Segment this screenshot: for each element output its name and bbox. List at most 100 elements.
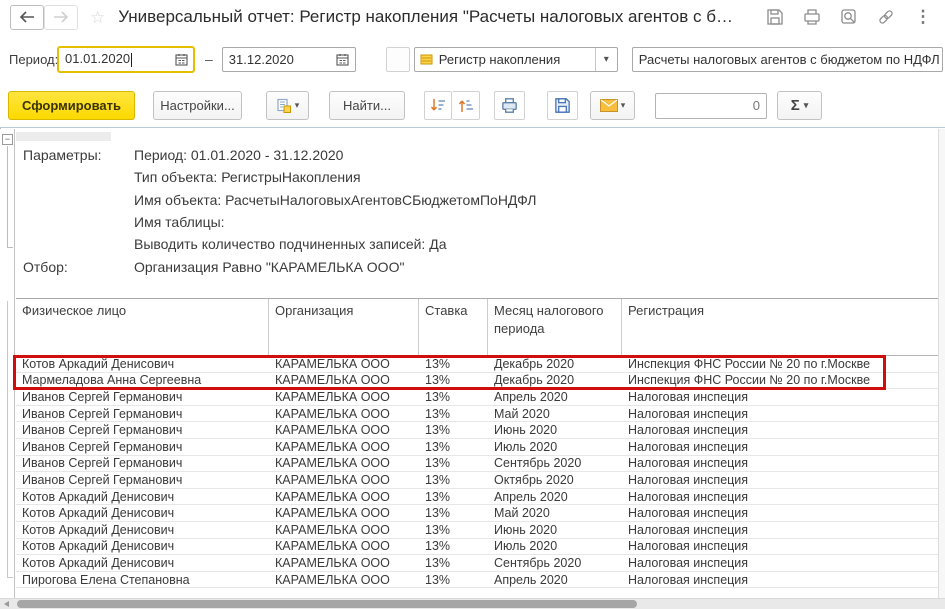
cell-person: Мармеладова Анна Сергеевна	[22, 373, 202, 388]
object-name-field[interactable]: Расчеты налоговых агентов с бюджетом по …	[631, 46, 943, 72]
cell-rate: 13%	[425, 555, 451, 570]
cell-person: Иванов Сергей Германович	[22, 406, 183, 421]
preview-icon[interactable]	[837, 5, 861, 29]
cell-organization: КАРАМЕЛЬКА ООО	[275, 423, 390, 438]
cell-registration: Налоговая инспеция	[628, 522, 749, 537]
table-row[interactable]: Котов Аркадий Денисович КАРАМЕЛЬКА ООО 1…	[16, 555, 938, 572]
column-header-person[interactable]: Физическое лицо	[16, 299, 269, 355]
table-row[interactable]: Котов Аркадий Денисович КАРАМЕЛЬКА ООО 1…	[16, 489, 938, 506]
find-button[interactable]: Найти...	[329, 91, 405, 120]
column-header-registration[interactable]: Регистрация	[622, 299, 938, 355]
cell-month: Июнь 2020	[494, 423, 558, 438]
group-line-hook	[7, 577, 13, 578]
object-type-combo[interactable]: Регистр накопления ▾	[413, 46, 618, 72]
cell-rate: 13%	[425, 439, 451, 454]
horizontal-scrollbar-thumb[interactable]	[17, 600, 637, 608]
report-variants-button[interactable]: ▾	[266, 91, 309, 120]
table-row[interactable]: Иванов Сергей Германович КАРАМЕЛЬКА ООО …	[16, 439, 938, 456]
cell-person: Иванов Сергей Германович	[22, 472, 183, 487]
mail-icon	[599, 99, 618, 112]
sort-ascending-button[interactable]	[452, 91, 480, 120]
period-options-button[interactable]	[385, 46, 410, 72]
cell-month: Июль 2020	[494, 539, 558, 554]
chevron-down-icon: ▾	[803, 100, 809, 110]
vertical-scrollbar[interactable]	[938, 129, 945, 598]
column-header-rate[interactable]: Ставка	[419, 299, 488, 355]
period-from-field[interactable]: 01.01.2020	[57, 45, 195, 73]
arrow-right-icon	[53, 11, 69, 23]
object-name-value: Расчеты налоговых агентов с бюджетом по …	[638, 51, 940, 67]
scroll-left-arrow[interactable]	[4, 601, 9, 607]
report-parameters: Параметры: Период: 01.01.2020 - 31.12.20…	[16, 144, 937, 278]
sort-descending-button[interactable]	[424, 91, 452, 120]
calendar-icon[interactable]	[331, 48, 355, 71]
cell-registration: Налоговая инспеция	[628, 439, 749, 454]
cell-rate: 13%	[425, 572, 451, 587]
table-row[interactable]: Иванов Сергей Германович КАРАМЕЛЬКА ООО …	[16, 456, 938, 473]
parameter-row: Имя объекта: РасчетыНалоговыхАгентовСБюд…	[16, 189, 937, 211]
sum-button[interactable]: Σ ▾	[777, 91, 822, 120]
column-header-month[interactable]: Месяц налогового периода	[488, 299, 622, 355]
calendar-icon[interactable]	[169, 48, 193, 71]
cell-person: Котов Аркадий Денисович	[22, 489, 175, 504]
print-icon[interactable]	[800, 5, 824, 29]
favorite-star-icon[interactable]: ☆	[90, 9, 105, 26]
cell-person: Иванов Сергей Германович	[22, 456, 183, 471]
cell-month: Июль 2020	[494, 439, 558, 454]
link-icon[interactable]	[874, 5, 898, 29]
group-collapse-icon[interactable]: −	[2, 134, 13, 145]
chevron-down-icon[interactable]: ▾	[594, 47, 617, 71]
more-menu-icon[interactable]: ⋮	[911, 5, 935, 29]
cell-month: Апрель 2020	[494, 572, 568, 587]
parameter-row: Отбор: Организация Равно "КАРАМЕЛЬКА ООО…	[16, 255, 937, 277]
table-row[interactable]: Иванов Сергей Германович КАРАМЕЛЬКА ООО …	[16, 472, 938, 489]
period-dash: –	[205, 51, 213, 67]
generate-button[interactable]: Сформировать	[8, 91, 135, 120]
parameter-label: Параметры:	[23, 147, 102, 164]
cell-organization: КАРАМЕЛЬКА ООО	[275, 489, 390, 504]
cell-registration: Инспекция ФНС России № 20 по г.Москве	[628, 373, 871, 388]
horizontal-scrollbar[interactable]	[0, 598, 945, 609]
filter-bar: Период: 01.01.2020 – 31.12.2020 Регистр …	[0, 34, 945, 84]
save-report-button[interactable]	[547, 91, 578, 120]
cell-rate: 13%	[425, 423, 451, 438]
table-row[interactable]: Котов Аркадий Денисович КАРАМЕЛЬКА ООО 1…	[16, 539, 938, 556]
table-row[interactable]: Иванов Сергей Германович КАРАМЕЛЬКА ООО …	[16, 406, 938, 423]
cell-person: Иванов Сергей Германович	[22, 439, 183, 454]
record-count-field[interactable]	[655, 92, 767, 119]
chevron-down-icon: ▾	[294, 100, 300, 110]
cell-person: Пирогова Елена Степановна	[22, 572, 190, 587]
table-row[interactable]: Иванов Сергей Германович КАРАМЕЛЬКА ООО …	[16, 389, 938, 406]
table-row[interactable]: Мармеладова Анна Сергеевна КАРАМЕЛЬКА ОО…	[16, 373, 938, 390]
nav-back-button[interactable]	[10, 4, 44, 30]
cell-month: Май 2020	[494, 406, 550, 421]
cell-person: Котов Аркадий Денисович	[22, 555, 175, 570]
report-variant-icon	[276, 98, 292, 114]
period-to-field[interactable]: 31.12.2020	[221, 46, 356, 72]
cell-rate: 13%	[425, 539, 451, 554]
parameter-value: Имя объекта: РасчетыНалоговыхАгентовСБюд…	[134, 191, 537, 208]
cell-rate: 13%	[425, 373, 451, 388]
mail-button[interactable]: ▾	[590, 91, 635, 120]
cell-organization: КАРАМЕЛЬКА ООО	[275, 522, 390, 537]
table-row[interactable]: Иванов Сергей Германович КАРАМЕЛЬКА ООО …	[16, 422, 938, 439]
nav-forward-button[interactable]	[44, 4, 78, 30]
table-row[interactable]: Пирогова Елена Степановна КАРАМЕЛЬКА ООО…	[16, 572, 938, 589]
cell-person: Иванов Сергей Германович	[22, 423, 183, 438]
titlebar-actions: ⋮	[763, 5, 945, 29]
table-row[interactable]: Котов Аркадий Денисович КАРАМЕЛЬКА ООО 1…	[16, 522, 938, 539]
period-label: Период:	[9, 51, 59, 67]
save-icon[interactable]	[763, 5, 787, 29]
settings-button[interactable]: Настройки...	[153, 91, 242, 120]
arrow-left-icon	[19, 11, 35, 23]
table-row[interactable]: Котов Аркадий Денисович КАРАМЕЛЬКА ООО 1…	[16, 356, 938, 373]
cell-registration: Налоговая инспеция	[628, 489, 749, 504]
column-header-organization[interactable]: Организация	[269, 299, 419, 355]
cell-month: Май 2020	[494, 506, 550, 521]
cell-rate: 13%	[425, 506, 451, 521]
toolbar: Сформировать Настройки... ▾ Найти... ▾ 0…	[0, 84, 945, 128]
cell-month: Сентябрь 2020	[494, 555, 582, 570]
print-report-button[interactable]	[494, 91, 525, 120]
table-row[interactable]: Котов Аркадий Денисович КАРАМЕЛЬКА ООО 1…	[16, 505, 938, 522]
cell-rate: 13%	[425, 389, 451, 404]
